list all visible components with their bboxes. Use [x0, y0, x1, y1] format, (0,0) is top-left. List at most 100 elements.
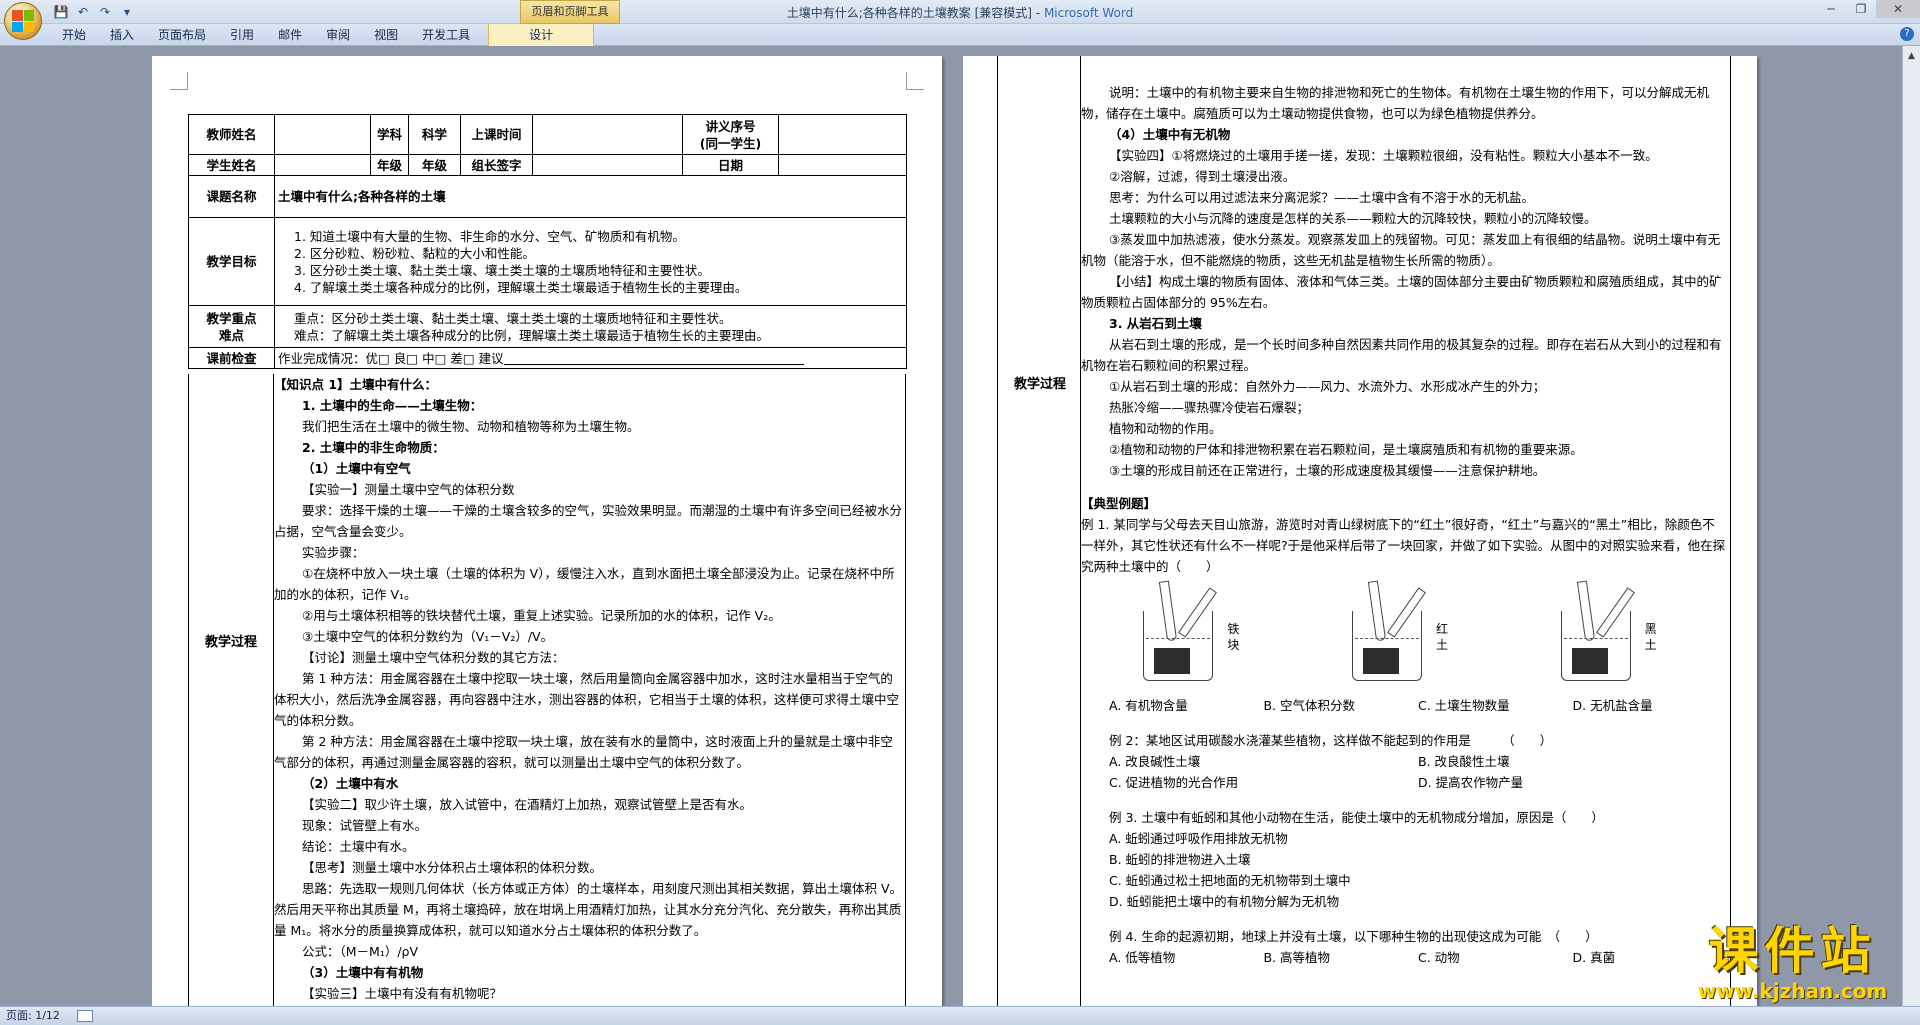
body-paragraph: 思考：为什么可以用过滤法来分离泥浆？——土壤中含有不溶于水的无机盐。: [1109, 190, 1535, 205]
figure-label: 黑土: [1644, 622, 1657, 652]
body-paragraph: 【实验二】取少许土壤，放入试管中，在酒精灯上加热，观察试管壁上是否有水。: [302, 797, 753, 812]
tab-mailings[interactable]: 邮件: [266, 24, 314, 46]
restore-button[interactable]: ❐: [1846, 0, 1876, 18]
title-separator: -: [1031, 6, 1044, 20]
body-paragraph: 3. 从岩石到土壤: [1109, 316, 1202, 331]
diff-label: 难点: [218, 327, 244, 343]
example-2-choices-row2: C. 促进植物的光合作用 D. 提高农作物产量: [1081, 772, 1727, 793]
proofing-icon[interactable]: [77, 1010, 94, 1022]
body-paragraph: ③蒸发皿中加热滤液，使水分蒸发。观察蒸发皿上的残留物。可见：蒸发皿上有很细的结晶…: [1081, 232, 1721, 268]
choice: D. 蚯蚓能把土壤中的有机物分解为无机物: [1109, 894, 1340, 909]
suggestion-line[interactable]: [503, 353, 804, 365]
serial-value[interactable]: [778, 114, 907, 155]
crop-mark: [170, 72, 188, 90]
precheck-label: 课前检查: [188, 347, 275, 369]
goal-item: 2. 区分砂粒、粉砂粒、黏粒的大小和性能。: [294, 245, 535, 261]
ribbon-tabs: 开始 插入 页面布局 引用 邮件 审阅 视图 开发工具 设计: [50, 24, 595, 46]
body-paragraph: 实验步骤：: [302, 545, 365, 560]
serial-label: 讲义序号 (同一学生): [682, 114, 779, 155]
beaker-icon: [1351, 611, 1422, 681]
vertical-scrollbar[interactable]: ▲: [1902, 46, 1920, 1006]
process-label: 教学过程: [204, 635, 257, 650]
figure-label: 红土: [1435, 622, 1448, 652]
scroll-up-icon[interactable]: ▲: [1904, 48, 1920, 64]
choice: A. 有机物含量: [1109, 698, 1188, 713]
body-paragraph: 【实验四】①将燃烧过的土壤用手搓一搓，发现：土壤颗粒很细，没有粘性。颗粒大小基本…: [1109, 148, 1658, 163]
site-watermark: 课件站 www.kjzhan.com: [1670, 922, 1915, 1002]
body-paragraph: 结论：土壤中有水。: [302, 839, 415, 854]
office-button[interactable]: [4, 2, 42, 40]
goal-item: 3. 区分砂土类土壤、黏土类土壤、壤土类土壤的土壤质地特征和主要性状。: [294, 262, 710, 278]
key-value: 重点：区分砂土类土壤、黏土类土壤、壤土类土壤的土壤质地特征和主要性状。: [294, 310, 732, 326]
body-paragraph: 植物和动物的作用。: [1109, 421, 1222, 436]
tab-references[interactable]: 引用: [218, 24, 266, 46]
teacher-label: 教师姓名: [188, 114, 275, 155]
tab-page-layout[interactable]: 页面布局: [146, 24, 218, 46]
body-paragraph: 【讨论】测量土壤中空气体积分数的其它方法：: [302, 650, 565, 665]
close-button[interactable]: ✕: [1876, 0, 1920, 18]
ribbon: 开始 插入 页面布局 引用 邮件 审阅 视图 开发工具 设计 ?: [0, 24, 1920, 46]
page-count[interactable]: 页面: 1/12: [6, 1009, 60, 1022]
choice: A. 改良碱性土壤: [1109, 754, 1201, 769]
grade-value: 年级: [408, 154, 461, 176]
time-value[interactable]: [532, 114, 683, 155]
process-body[interactable]: 【知识点 1】土壤中有什么： 1. 土壤中的生命——土壤生物： 我们把生活在土壤中的…: [274, 374, 904, 1004]
minimize-button[interactable]: ─: [1816, 0, 1846, 18]
body-paragraph: 思路：先选取一规则几何体状（长方体或正方体）的土壤样本，用刻度尺测出其相关数据，…: [274, 881, 903, 938]
help-icon[interactable]: ?: [1900, 27, 1914, 41]
choice: C. 蚯蚓通过松土把地面的无机物带到土壤中: [1109, 873, 1351, 888]
body-paragraph: （3）土壤中有有机物: [302, 965, 424, 980]
tab-developer[interactable]: 开发工具: [410, 24, 482, 46]
key-label: 教学重点: [206, 310, 257, 326]
serial-label-line1: 讲义序号: [705, 118, 756, 134]
tab-insert[interactable]: 插入: [98, 24, 146, 46]
process-body-2[interactable]: 说明：土壤中的有机物主要来自生物的排泄物和死亡的生物体。有机物在土壤生物的作用下…: [1081, 82, 1727, 968]
process-label-column-2: 教学过程: [997, 56, 1081, 1006]
body-paragraph: ②植物和动物的尸体和排泄物积累在岩石颗粒间，是土壤腐殖质和有机物的重要来源。: [1109, 442, 1583, 457]
choice: B. 蚯蚓的排泄物进入土壤: [1109, 852, 1251, 867]
watermark-url: www.kjzhan.com: [1697, 979, 1888, 1003]
beaker-red-soil-figure: 红土: [1344, 580, 1464, 691]
beaker-black-soil-figure: 黑土: [1553, 580, 1673, 691]
title-bar: 💾 ↶ ↷ ▾ 页眉和页脚工具 土壤中有什么;各种各样的土壤教案 [兼容模式] …: [0, 0, 1920, 24]
student-label: 学生姓名: [188, 154, 275, 176]
grade-label: 年级: [370, 154, 409, 176]
body-paragraph: 2. 土壤中的非生命物质：: [302, 440, 445, 455]
tab-home[interactable]: 开始: [50, 24, 98, 46]
goal-item: 4. 了解壤土类土壤各种成分的比例，理解壤土类土壤最适于植物生长的主要理由。: [294, 279, 748, 295]
body-paragraph: ③土壤的形成目前还在正常进行，土壤的形成速度极其缓慢——注意保护耕地。: [1109, 463, 1546, 478]
body-paragraph: 现象：试管壁上有水。: [302, 818, 428, 833]
tab-view[interactable]: 视图: [362, 24, 410, 46]
body-paragraph: （2）土壤中有水: [302, 776, 399, 791]
choice: C. 促进植物的光合作用: [1109, 775, 1239, 790]
document-page-1[interactable]: 教师姓名 学科 科学 上课时间 讲义序号 (同一学生) 学生姓名 年级 年级 组长…: [152, 56, 942, 1006]
date-value[interactable]: [778, 154, 907, 176]
key-diff-values: 重点：区分砂土类土壤、黏土类土壤、壤土类土壤的土壤质地特征和主要性状。 难点：了…: [274, 305, 907, 348]
body-paragraph: 土壤颗粒的大小与沉降的速度是怎样的关系——颗粒大的沉降较快，颗粒小的沉降较慢。: [1109, 211, 1597, 226]
body-paragraph: （4）土壤中有无机物: [1109, 127, 1231, 142]
student-value[interactable]: [274, 154, 371, 176]
example-4: 例 4. 生命的起源初期，地球上并没有土壤，以下哪种生物的出现使这成为可能 （ …: [1109, 929, 1598, 944]
diff-value: 难点：了解壤土类土壤各种成分的比例，理解壤土类土壤最适于植物生长的主要理由。: [294, 327, 770, 343]
precheck-text: 作业完成情况：优□ 良□ 中□ 差□ 建议: [278, 350, 504, 366]
topic-value: 土壤中有什么;各种各样的土壤: [274, 175, 907, 218]
examples-title: 【典型例题】: [1081, 496, 1157, 511]
choice: B. 高等植物: [1263, 950, 1331, 965]
tab-review[interactable]: 审阅: [314, 24, 362, 46]
tab-design[interactable]: 设计: [488, 24, 595, 46]
body-paragraph: ③土壤中空气的体积分数约为（V₁－V₂）/V。: [302, 629, 554, 644]
body-paragraph: 【知识点 1】土壤中有什么：: [274, 377, 438, 392]
office-logo-icon: [12, 10, 34, 32]
choice: B. 空气体积分数: [1263, 698, 1356, 713]
serial-label-line2: (同一学生): [699, 135, 762, 151]
document-page-2[interactable]: 教学过程 说明：土壤中的有机物主要来自生物的排泄物和死亡的生物体。有机物在土壤生…: [963, 56, 1757, 1006]
status-bar: 页面: 1/12: [0, 1006, 1920, 1025]
choice: C. 动物: [1418, 950, 1460, 965]
teacher-value[interactable]: [274, 114, 371, 155]
window-controls: ─ ❐ ✕: [1816, 0, 1920, 18]
choice: A. 蚯蚓通过呼吸作用排放无机物: [1109, 831, 1288, 846]
body-paragraph: 1. 土壤中的生命——土壤生物：: [302, 398, 483, 413]
body-paragraph: 【实验一】测量土壤中空气的体积分数: [302, 482, 515, 497]
leader-value[interactable]: [532, 154, 683, 176]
body-paragraph: ②溶解，过滤，得到土壤浸出液。: [1109, 169, 1296, 184]
